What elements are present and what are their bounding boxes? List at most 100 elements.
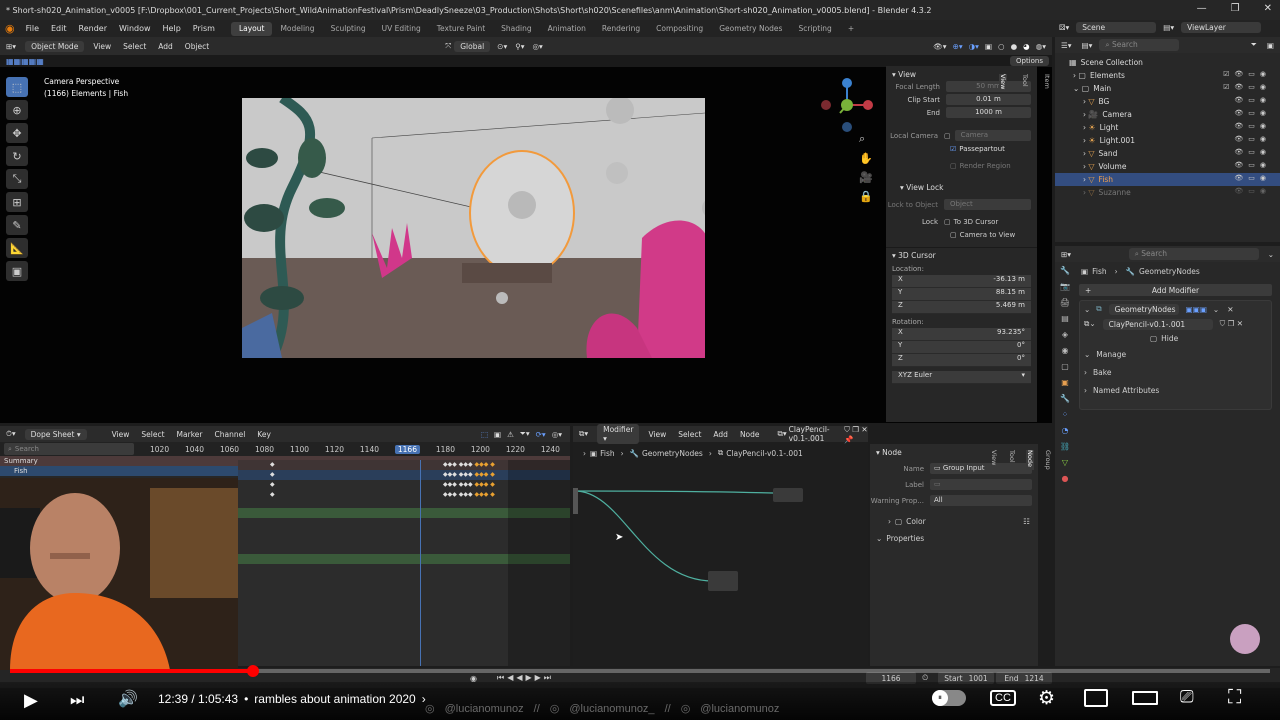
overlay-icon[interactable]: ◑▾ xyxy=(966,42,982,51)
lock-to-object-field[interactable]: Object xyxy=(944,199,1031,210)
cursor-rotation-z[interactable]: Z 0° xyxy=(892,354,1031,367)
theater-mode-icon[interactable] xyxy=(1132,691,1158,705)
tool-tab-icon[interactable]: 🔧 xyxy=(1060,266,1070,275)
transform-icon[interactable]: ⊞ xyxy=(6,192,28,212)
viewport-menu-select[interactable]: Select xyxy=(117,42,152,51)
properties-options-icon[interactable]: ⌄ xyxy=(1262,250,1280,259)
remove-modifier-icon[interactable]: ✕ xyxy=(1227,305,1233,314)
rotation-mode-dropdown[interactable]: XYZ Euler ▾ xyxy=(892,371,1031,384)
dopesheet-menu-view[interactable]: View xyxy=(106,430,136,439)
menu-window[interactable]: Window xyxy=(113,24,157,33)
node-group-actions-icon[interactable]: ⛉ ❐ ✕ 📌 xyxy=(840,425,868,444)
outliner-item[interactable]: › ☀ Light 👁 ▭ ◉ xyxy=(1055,121,1280,134)
next-video-icon[interactable]: ⏭ xyxy=(70,690,84,710)
section-manage[interactable]: ⌄ Manage xyxy=(1080,345,1271,363)
navigation-gizmo-icon[interactable] xyxy=(818,75,880,137)
color-section[interactable]: › ▢ Color ☷ xyxy=(870,513,1038,529)
menu-prism[interactable]: Prism xyxy=(187,24,221,33)
view-lock-header[interactable]: ▾ View Lock xyxy=(886,180,1037,194)
tab-uv-editing[interactable]: UV Editing xyxy=(374,22,429,36)
node-editor-type-icon[interactable]: ⧉▾ xyxy=(573,429,594,439)
collection-tab-icon[interactable]: ▢ xyxy=(1061,362,1069,371)
node-group-name[interactable]: ClayPencil-v0.1-.001 xyxy=(789,425,841,443)
object-tab-icon[interactable]: ▣ xyxy=(1061,378,1069,387)
gizmo-icon[interactable]: ⊕▾ xyxy=(950,42,966,51)
xray-icon[interactable]: ▣ xyxy=(982,42,995,51)
tab-rendering[interactable]: Rendering xyxy=(594,22,648,36)
add-cube-icon[interactable]: ▣ xyxy=(6,261,28,281)
miniplayer-icon[interactable] xyxy=(1084,689,1108,707)
modifier-name-field[interactable]: GeometryNodes xyxy=(1108,303,1179,315)
outliner-item[interactable]: › ▽ BG 👁 ▭ ◉ xyxy=(1055,95,1280,108)
minimize-button[interactable]: — xyxy=(1197,3,1207,14)
lock-camera-icon[interactable]: 🔒 xyxy=(859,190,873,203)
camera-to-view-checkbox[interactable]: ▢ xyxy=(950,231,957,239)
camera-render-view[interactable] xyxy=(242,98,705,358)
captions-icon[interactable]: CC xyxy=(990,690,1016,706)
properties-section[interactable]: ⌄ Properties xyxy=(870,531,1038,545)
select-mode-icons[interactable]: ▦▦▦▦▦ xyxy=(0,57,44,66)
modifier-dropdown-icon[interactable]: ⌄ xyxy=(1213,305,1219,314)
dopesheet-type-icon[interactable]: ⏱▾ xyxy=(0,429,22,439)
dopesheet-menu-key[interactable]: Key xyxy=(251,430,277,439)
modifier-toggles-icon[interactable]: ▣▣▣ xyxy=(1186,305,1207,314)
constraints-tab-icon[interactable]: ⛓ xyxy=(1060,442,1070,451)
tab-scripting[interactable]: Scripting xyxy=(790,22,839,36)
move-icon[interactable]: ✥ xyxy=(6,123,28,143)
playhead[interactable] xyxy=(420,460,421,666)
warning-prop-dropdown[interactable]: All xyxy=(930,495,1032,506)
dopesheet-menu-select[interactable]: Select xyxy=(135,430,170,439)
passepartout-checkbox[interactable]: ☑ xyxy=(950,145,956,153)
node-label-field[interactable]: ▭ xyxy=(930,479,1032,490)
tab-animation[interactable]: Animation xyxy=(540,22,594,36)
tab-texture-paint[interactable]: Texture Paint xyxy=(429,22,493,36)
modifier-tab-icon[interactable]: 🔧 xyxy=(1060,394,1070,403)
settings-gear-icon[interactable]: ⚙ xyxy=(1038,687,1055,709)
filter-icon[interactable]: ⏷▾ xyxy=(517,429,533,439)
outliner-item[interactable]: › ▽ Sand 👁 ▭ ◉ xyxy=(1055,147,1280,160)
snap-icon[interactable]: ⚲▾ xyxy=(511,42,528,51)
cursor-rotation-x[interactable]: X 93.235° xyxy=(892,328,1031,341)
shading-material-icon[interactable]: ◕ xyxy=(1020,42,1033,51)
menu-file[interactable]: File xyxy=(20,24,45,33)
data-tab-icon[interactable]: ▽ xyxy=(1062,458,1068,467)
dopesheet-menu-marker[interactable]: Marker xyxy=(171,430,209,439)
rotate-icon[interactable]: ↻ xyxy=(6,146,28,166)
physics-tab-icon[interactable]: ◔ xyxy=(1062,426,1069,435)
shading-rendered-icon[interactable]: ◍▾ xyxy=(1033,42,1052,51)
viewport-menu-add[interactable]: Add xyxy=(152,42,179,51)
node-menu-add[interactable]: Add xyxy=(707,430,734,439)
node-menu-node[interactable]: Node xyxy=(734,430,766,439)
keyframe-area[interactable]: ◆ ◆ ◆ ◆ ◆◆◆ ◆◆◆ ◆◆◆ ◆ ◆◆◆ ◆◆◆ ◆◆◆ ◆ ◆◆◆ ◆◆◆ ◆… xyxy=(238,460,570,666)
tab-shading[interactable]: Shading xyxy=(493,22,539,36)
play-icon[interactable]: ▶ xyxy=(24,690,38,711)
view-layer-tab-icon[interactable]: ▤ xyxy=(1061,314,1069,323)
cursor-location-x[interactable]: X -36.13 m xyxy=(892,275,1031,288)
filter-icon[interactable]: ⏷ xyxy=(1247,40,1261,50)
node-name-field[interactable]: ▭ Group Input xyxy=(930,463,1032,474)
viewlayer-dropdown[interactable]: ViewLayer xyxy=(1181,21,1262,33)
node-menu-view[interactable]: View xyxy=(642,430,672,439)
node-menu-select[interactable]: Select xyxy=(672,430,707,439)
particles-tab-icon[interactable]: ⁘ xyxy=(1062,410,1069,419)
clip-start-field[interactable]: 0.01 m xyxy=(946,94,1031,105)
node-tab-view[interactable]: View xyxy=(990,450,998,470)
cursor-location-z[interactable]: Z 5.469 m xyxy=(892,301,1031,314)
local-camera-field[interactable]: Camera xyxy=(954,130,1031,141)
chapter-title[interactable]: rambles about animation 2020 xyxy=(254,692,415,706)
local-camera-checkbox[interactable]: ▢ xyxy=(944,132,951,140)
dopesheet-search[interactable]: ⌕ Search xyxy=(4,443,134,455)
outliner-type-icon[interactable]: ☰▾ xyxy=(1055,41,1078,50)
scale-icon[interactable]: ⤡ xyxy=(6,169,28,189)
menu-render[interactable]: Render xyxy=(73,24,113,33)
hide-checkbox[interactable]: ▢ xyxy=(1150,334,1157,343)
cursor-location-y[interactable]: Y 88.15 m xyxy=(892,288,1031,301)
dopesheet-menu-channel[interactable]: Channel xyxy=(208,430,251,439)
shading-solid-icon[interactable]: ● xyxy=(1008,42,1021,51)
only-selected-icon[interactable]: ⬚ xyxy=(478,430,491,439)
proportional-icon[interactable]: ◎▾ xyxy=(529,42,547,51)
maximize-button[interactable]: ❐ xyxy=(1231,3,1240,14)
outliner-item-selected[interactable]: › ▽ Fish 👁 ▭ ◉ xyxy=(1055,173,1280,186)
outliner-item[interactable]: › ☀ Light.001 👁 ▭ ◉ xyxy=(1055,134,1280,147)
group-output-node[interactable] xyxy=(773,488,803,502)
